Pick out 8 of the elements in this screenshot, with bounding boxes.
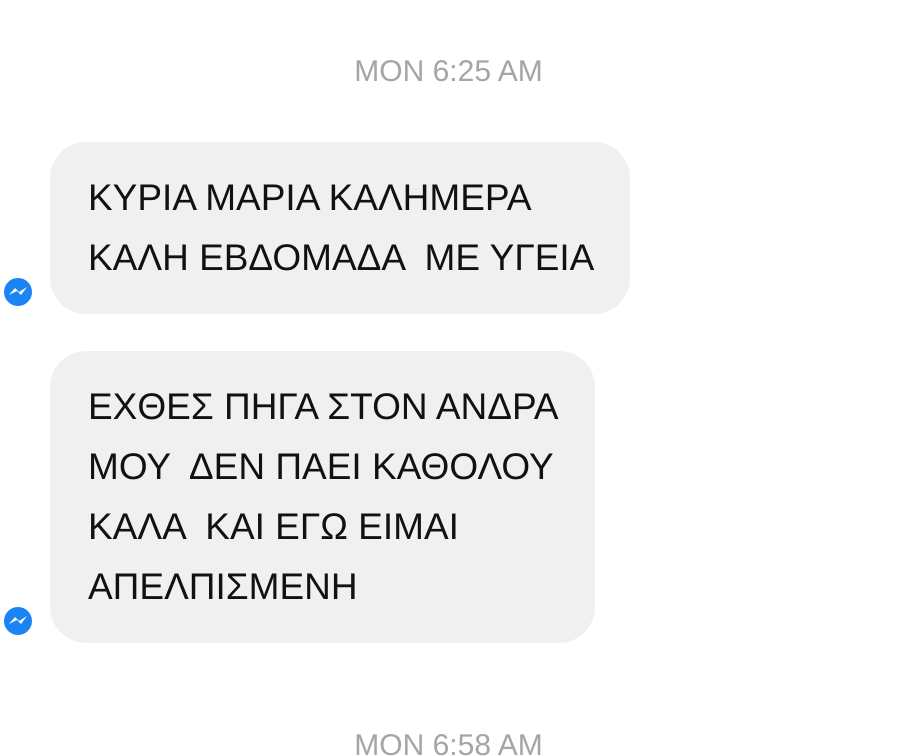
message-line: ΚΑΛΗ ΕΒΔΟΜΑΔΑ ΜΕ ΥΓΕΙΑ (88, 236, 594, 280)
message-line: ΑΠΕΛΠΙΣΜΕΝΗ (88, 565, 359, 609)
message-line: ΜΟΥ ΔΕΝ ΠΑΕΙ ΚΑΘΟΛΟΥ (88, 445, 555, 489)
message-line: ΚΥΡΙΑ ΜΑΡΙΑ ΚΑΛΗΜΕΡΑ (88, 176, 533, 220)
timestamp: MON 6:25 AM (354, 54, 543, 90)
message-line: ΕΧΘΕΣ ΠΗΓΑ ΣΤΟΝ ΑΝΔΡΑ (88, 385, 559, 429)
timestamp: MON 6:58 AM (354, 728, 543, 756)
message-line: ΚΑΛΑ ΚΑΙ ΕΓΩ ΕΙΜΑΙ (88, 505, 460, 549)
